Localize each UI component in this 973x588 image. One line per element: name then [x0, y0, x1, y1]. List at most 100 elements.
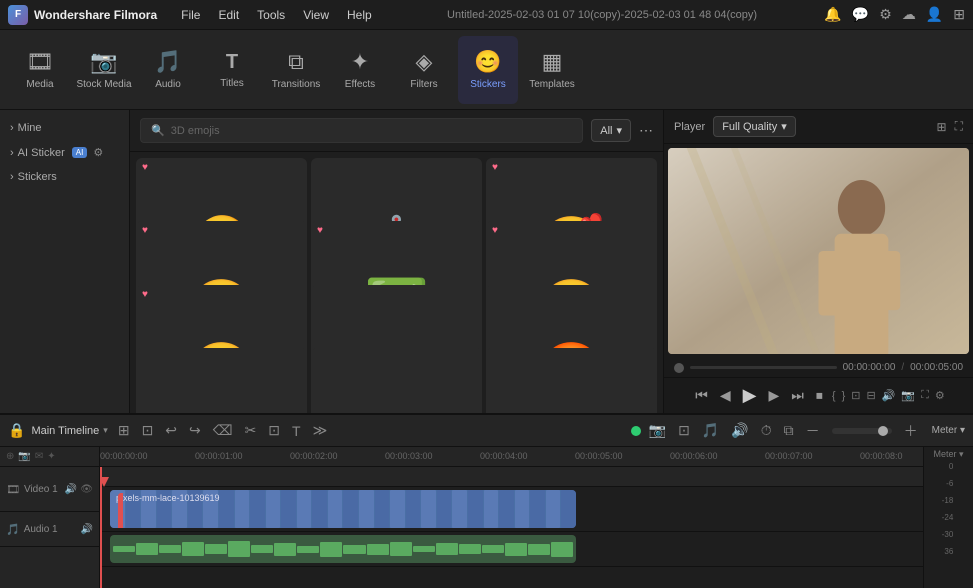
timeline-undo[interactable]: ↩ — [161, 420, 181, 441]
tool-effects[interactable]: ✦ Effects — [330, 36, 390, 104]
tool-audio[interactable]: 🎵 Audio — [138, 36, 198, 104]
fullscreen-preview-icon[interactable]: ⛶ — [955, 119, 963, 134]
ruler-mark-7: 00:00:07:00 — [765, 451, 813, 461]
menu-file[interactable]: File — [173, 5, 208, 25]
favorite-icon: ♥ — [142, 162, 148, 173]
sticker-item[interactable]: 🌟 — [311, 348, 482, 413]
progress-track[interactable] — [690, 366, 837, 369]
timeline-more-tools[interactable]: ≫ — [309, 420, 332, 441]
sticker-item[interactable]: 🍊 — [136, 348, 307, 413]
timeline-title-label: Main Timeline — [31, 425, 99, 437]
timeline-cut[interactable]: ✂ — [241, 420, 261, 441]
settings-ctrl-icon[interactable]: ⚙ — [935, 389, 945, 402]
add-track-icon[interactable]: ⊕ — [6, 451, 14, 462]
mark-out-icon[interactable]: } — [842, 390, 846, 402]
tool-transitions[interactable]: ⧉ Transitions — [266, 36, 326, 104]
timeline-layers-icon[interactable]: ⧉ — [780, 420, 798, 441]
clip-frame — [390, 490, 405, 528]
stop-icon[interactable]: ⏹ — [813, 384, 826, 407]
fullscreen-icon[interactable]: ⛶ — [921, 389, 929, 402]
timeline-delete[interactable]: ⌫ — [209, 420, 237, 441]
playhead — [100, 467, 102, 588]
timeline-speed-icon[interactable]: ⏱ — [757, 420, 776, 441]
sticker-item[interactable]: 😂 — [486, 348, 657, 413]
wave-bar — [551, 542, 573, 557]
clip-frame — [561, 490, 576, 528]
mark-in-icon[interactable]: { — [832, 390, 836, 402]
audio-clip[interactable] — [110, 535, 576, 563]
skip-forward-icon[interactable]: ⏭ — [788, 384, 807, 407]
search-box[interactable]: 🔍 3D emojis — [140, 118, 583, 143]
timeline-clip-icon[interactable]: ⊡ — [674, 420, 694, 441]
tool-titles[interactable]: T Titles — [202, 36, 262, 104]
feedback-icon[interactable]: 💬 — [852, 6, 869, 23]
menu-edit[interactable]: Edit — [210, 5, 247, 25]
timeline-crop[interactable]: ⊡ — [264, 420, 284, 441]
tool-stock-media[interactable]: 📷 Stock Media — [74, 36, 134, 104]
zoom-slider[interactable] — [832, 428, 892, 434]
timeline-audio-icon[interactable]: 🎵 — [698, 420, 723, 441]
tracks-rows: pixels-mm-lace-10139619 — [100, 467, 923, 588]
ruler-mark-2: 00:00:02:00 — [290, 451, 338, 461]
audio-track-controls: 🔊 — [81, 524, 93, 535]
render-icon[interactable]: ⊟ — [867, 389, 876, 402]
snapshot-icon[interactable]: 📷 — [18, 451, 30, 462]
sidebar-section-ai-sticker[interactable]: › AI Sticker AI ⚙ — [0, 140, 129, 165]
video-eye-icon[interactable]: 👁 — [80, 484, 93, 495]
grid-icon[interactable]: ⊞ — [953, 6, 965, 23]
timeline: 🔒 Main Timeline ▾ ⊞ ⊡ ↩ ↪ ⌫ ✂ ⊡ T ≫ 📷 ⊡ … — [0, 413, 973, 588]
timeline-dropdown-icon[interactable]: ▾ — [103, 425, 108, 436]
video-clip[interactable]: pixels-mm-lace-10139619 — [110, 490, 576, 528]
zoom-in-icon[interactable]: ＋ — [900, 419, 922, 443]
meter-label[interactable]: Meter ▾ — [932, 425, 965, 436]
clip-frame — [235, 490, 250, 528]
clip-frame — [530, 490, 545, 528]
menu-view[interactable]: View — [295, 5, 337, 25]
cloud-icon[interactable]: ☁ — [902, 6, 916, 23]
timeline-redo[interactable]: ↪ — [185, 420, 205, 441]
filter-dropdown[interactable]: All ▾ — [591, 119, 631, 142]
timeline-camera-icon[interactable]: 📷 — [645, 420, 670, 441]
timeline-tool-select[interactable]: ⊞ — [114, 420, 134, 441]
tool-stickers[interactable]: 😊 Stickers — [458, 36, 518, 104]
account-icon[interactable]: 👤 — [926, 6, 943, 23]
play-button[interactable]: ▶ — [740, 382, 760, 409]
titles-icon: T — [226, 51, 238, 74]
timeline-tool-ripple[interactable]: ⊡ — [138, 420, 158, 441]
timeline-text[interactable]: T — [288, 421, 305, 441]
effect-track-icon[interactable]: ✦ — [47, 451, 55, 462]
menu-help[interactable]: Help — [339, 5, 380, 25]
split-view-icon[interactable]: ⊞ — [937, 120, 947, 134]
quality-dropdown[interactable]: Full Quality ▾ — [713, 116, 796, 137]
ai-settings-icon[interactable]: ⚙ — [93, 146, 103, 159]
tool-templates[interactable]: ▦ Templates — [522, 36, 582, 104]
frame-forward-icon[interactable]: ▶ — [766, 384, 783, 407]
tool-media[interactable]: 🎞 Media — [10, 36, 70, 104]
sidebar-section-stickers[interactable]: › Stickers — [0, 165, 129, 189]
wave-bar — [182, 542, 204, 556]
volume-icon[interactable]: 🔊 — [882, 389, 896, 402]
video-clip-left-handle[interactable] — [118, 493, 123, 528]
zoom-out-icon[interactable]: － — [802, 419, 824, 443]
notification-icon[interactable]: 🔔 — [824, 6, 841, 23]
mail-icon[interactable]: ✉ — [35, 451, 43, 462]
timeline-lock-icon[interactable]: 🔒 — [8, 422, 25, 439]
tool-filters[interactable]: ◈ Filters — [394, 36, 454, 104]
wave-bar — [136, 543, 158, 555]
frame-back-icon[interactable]: ◀ — [717, 384, 734, 407]
sidebar-section-mine[interactable]: › Mine — [0, 116, 129, 140]
audio-label: Audio — [155, 79, 181, 90]
more-options-button[interactable]: ⋯ — [639, 122, 653, 139]
meter-6: -6 — [942, 479, 954, 488]
settings-icon[interactable]: ⚙ — [879, 6, 892, 23]
video-mute-icon[interactable]: 🔊 — [65, 484, 77, 495]
audio-mute-icon[interactable]: 🔊 — [81, 524, 93, 535]
skip-back-icon[interactable]: ⏮ — [692, 384, 711, 407]
screenshot-icon[interactable]: 📷 — [901, 389, 915, 402]
wave-bar — [228, 541, 250, 557]
clip-mark-icon[interactable]: ⊡ — [851, 389, 860, 402]
ruler-mark-4: 00:00:04:00 — [480, 451, 528, 461]
timeline-vol-icon[interactable]: 🔊 — [727, 420, 752, 441]
menu-bar: File Edit Tools View Help — [173, 5, 380, 25]
menu-tools[interactable]: Tools — [249, 5, 293, 25]
